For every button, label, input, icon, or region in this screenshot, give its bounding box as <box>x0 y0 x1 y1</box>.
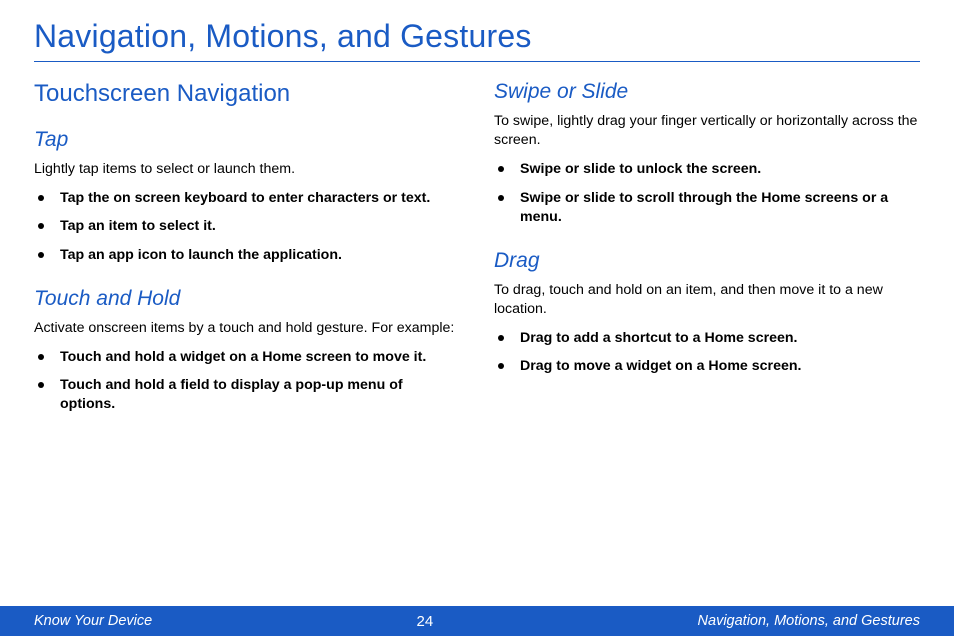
touch-hold-intro: Activate onscreen items by a touch and h… <box>34 319 460 338</box>
tap-intro: Lightly tap items to select or launch th… <box>34 160 460 179</box>
section-drag: Drag <box>494 249 920 273</box>
drag-bullets: Drag to add a shortcut to a Home screen.… <box>494 329 920 376</box>
list-item: Drag to move a widget on a Home screen. <box>494 357 920 376</box>
drag-intro: To drag, touch and hold on an item, and … <box>494 281 920 319</box>
list-item: Swipe or slide to scroll through the Hom… <box>494 189 920 227</box>
section-swipe-or-slide: Swipe or Slide <box>494 80 920 104</box>
list-item: Touch and hold a field to display a pop-… <box>34 376 460 414</box>
list-item: Touch and hold a widget on a Home screen… <box>34 348 460 367</box>
footer-left: Know Your Device <box>34 613 152 629</box>
section-touch-and-hold: Touch and Hold <box>34 287 460 311</box>
list-item: Swipe or slide to unlock the screen. <box>494 160 920 179</box>
list-item: Tap an app icon to launch the applicatio… <box>34 246 460 265</box>
section-tap: Tap <box>34 128 460 152</box>
swipe-bullets: Swipe or slide to unlock the screen. Swi… <box>494 160 920 227</box>
page-title: Navigation, Motions, and Gestures <box>34 18 920 62</box>
list-item: Drag to add a shortcut to a Home screen. <box>494 329 920 348</box>
right-column: Swipe or Slide To swipe, lightly drag yo… <box>494 80 920 436</box>
left-column: Touchscreen Navigation Tap Lightly tap i… <box>34 80 460 436</box>
footer-page-number: 24 <box>417 613 434 630</box>
tap-bullets: Tap the on screen keyboard to enter char… <box>34 189 460 265</box>
list-item: Tap the on screen keyboard to enter char… <box>34 189 460 208</box>
section-touchscreen-navigation: Touchscreen Navigation <box>34 80 460 108</box>
footer-right: Navigation, Motions, and Gestures <box>698 613 920 629</box>
swipe-intro: To swipe, lightly drag your finger verti… <box>494 112 920 150</box>
list-item: Tap an item to select it. <box>34 217 460 236</box>
page-footer: Know Your Device 24 Navigation, Motions,… <box>0 606 954 636</box>
content-columns: Touchscreen Navigation Tap Lightly tap i… <box>34 80 920 436</box>
touch-hold-bullets: Touch and hold a widget on a Home screen… <box>34 348 460 415</box>
